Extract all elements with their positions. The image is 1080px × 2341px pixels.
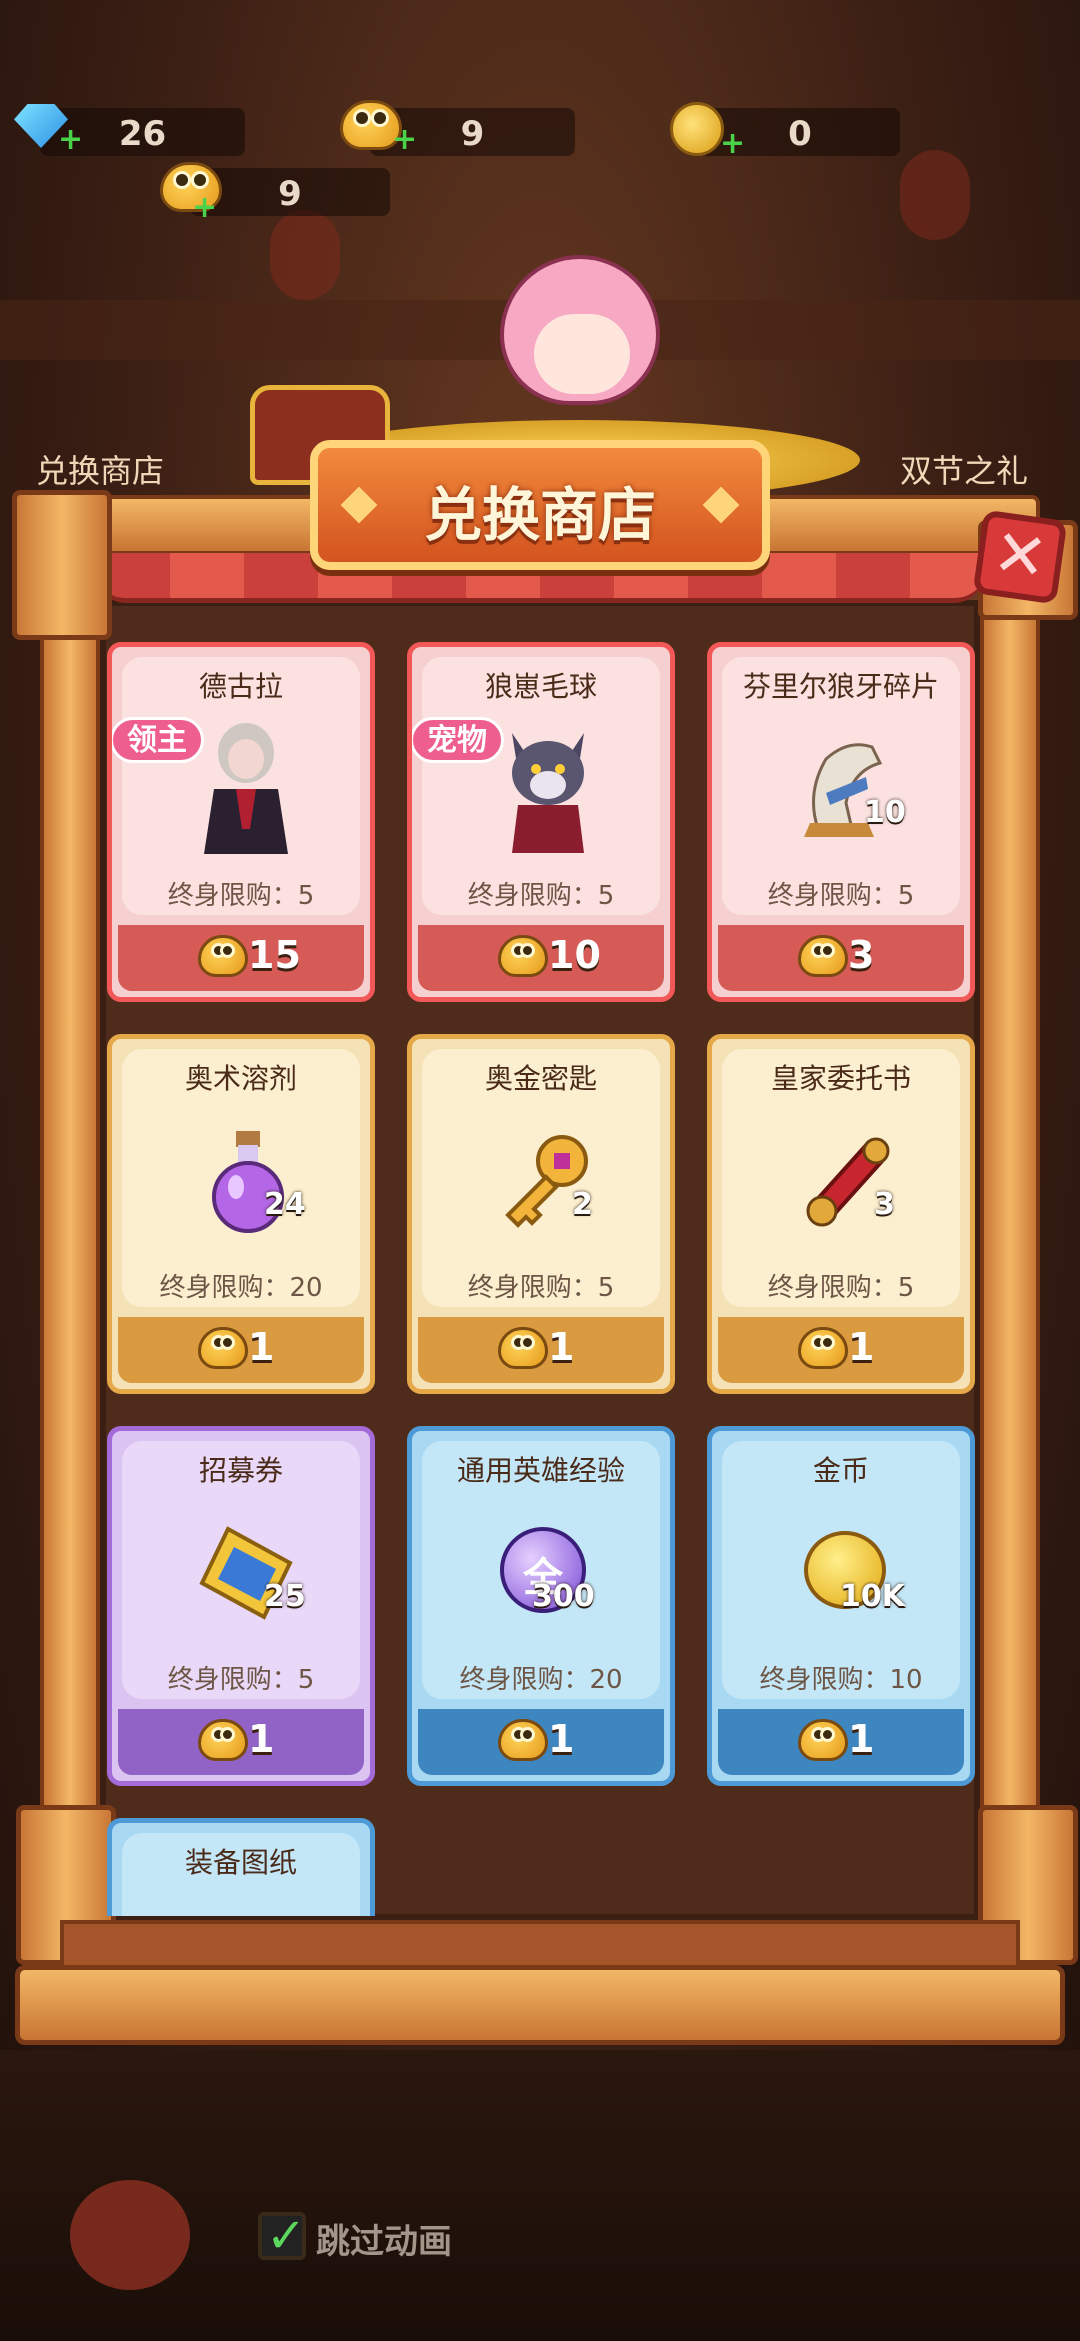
shop-item-card[interactable]: 奥金密匙 2 终身限购：5 1: [407, 1034, 675, 1394]
close-icon: ✕: [988, 515, 1052, 597]
purchase-limit: 终身限购：5: [767, 881, 915, 911]
lantern-decoration: [270, 210, 340, 300]
add-toad-icon[interactable]: +: [392, 125, 417, 155]
item-name: 德古拉: [198, 670, 283, 703]
left-pillar: [40, 540, 100, 1940]
left-pillar-cap: [12, 490, 112, 640]
purchase-limit: 终身限购：5: [467, 1273, 615, 1303]
item-price: 3: [848, 933, 875, 977]
mascot-face: [500, 255, 660, 405]
item-quantity: 25: [264, 1579, 306, 1614]
category-tag: 领主: [112, 717, 204, 763]
shop-item-card[interactable]: 皇家委托书 3 终身限购：5 1: [707, 1034, 975, 1394]
purchase-limit: 终身限购：5: [167, 881, 315, 911]
toad-icon: [198, 1719, 248, 1761]
toad-icon: [498, 935, 548, 977]
toad-icon: [498, 1719, 548, 1761]
purchase-limit: 终身限购：5: [167, 1665, 315, 1695]
shop-counter-top: [60, 1920, 1020, 1970]
category-tag: 宠物: [412, 717, 504, 763]
toad-icon: [198, 935, 248, 977]
checkmark-icon: ✓: [266, 2208, 307, 2264]
item-name: 金币: [812, 1454, 869, 1487]
wolf-pup-icon: [512, 733, 584, 853]
toad-icon: [198, 1327, 248, 1369]
purchase-limit: 终身限购：10: [759, 1665, 923, 1695]
add-gem-icon[interactable]: +: [58, 125, 83, 155]
add-toad-icon[interactable]: +: [192, 193, 217, 223]
price-bar: 1: [118, 1709, 364, 1775]
item-price: 1: [548, 1325, 575, 1369]
purchase-limit: 终身限购：5: [467, 881, 615, 911]
item-name: 通用英雄经验: [456, 1454, 625, 1487]
purchase-limit: 终身限购：5: [767, 1273, 915, 1303]
item-name: 招募券: [198, 1454, 283, 1487]
item-price: 1: [548, 1717, 575, 1761]
item-name: 狼崽毛球: [484, 670, 597, 703]
price-bar: 15: [118, 925, 364, 991]
item-price: 1: [248, 1325, 275, 1369]
lantern-decoration: [900, 150, 970, 240]
item-price: 1: [248, 1717, 275, 1761]
mascot-character: [440, 255, 720, 455]
purchase-limit: 终身限购：20: [159, 1273, 323, 1303]
item-price: 15: [248, 933, 301, 977]
toad-icon: [798, 1327, 848, 1369]
page-title: 兑换商店: [423, 481, 656, 549]
item-quantity: 300: [532, 1579, 595, 1614]
shop-counter: [15, 1965, 1065, 2045]
item-name: 装备图纸: [184, 1846, 297, 1879]
price-bar: 3: [718, 925, 964, 991]
item-quantity: 24: [264, 1187, 306, 1222]
price-bar: 1: [418, 1709, 664, 1775]
item-quantity: 10K: [840, 1579, 905, 1614]
shop-item-card[interactable]: 狼崽毛球 终身限购：5 10 宠物: [407, 642, 675, 1002]
item-name: 皇家委托书: [770, 1062, 911, 1095]
item-quantity: 10: [864, 795, 906, 830]
skip-animation-checkbox[interactable]: ✓: [258, 2208, 306, 2264]
purchase-limit: 终身限购：20: [459, 1665, 623, 1695]
shop-item-card[interactable]: 德古拉 终身限购：5 15 领主: [107, 642, 375, 1002]
item-price: 10: [548, 933, 601, 977]
item-quantity: 2: [572, 1187, 593, 1222]
toad-icon: [798, 935, 848, 977]
item-name: 奥金密匙: [484, 1062, 597, 1095]
side-button-double-festival-gift[interactable]: 双节之礼: [900, 446, 1028, 492]
shop-item-card[interactable]: 金币 10K 终身限购：10 1: [707, 1426, 975, 1786]
shop-item-card[interactable]: 奥术溶剂 24 终身限购：20 1: [107, 1034, 375, 1394]
price-bar: 1: [118, 1317, 364, 1383]
shop-item-card[interactable]: 装备图纸: [107, 1818, 375, 1916]
shop-item-card[interactable]: 招募券 25 终身限购：5 1: [107, 1426, 375, 1786]
toad-icon: [798, 1719, 848, 1761]
item-quantity: 3: [874, 1187, 895, 1222]
coin-icon: [670, 102, 724, 156]
dice-button[interactable]: [70, 2180, 190, 2290]
toad-icon: [498, 1327, 548, 1369]
right-pillar: [980, 540, 1040, 1940]
skip-animation-label[interactable]: 跳过动画: [316, 2214, 452, 2263]
price-bar: 1: [718, 1709, 964, 1775]
item-name: 芬里尔狼牙碎片: [742, 670, 939, 703]
price-bar: 1: [418, 1317, 664, 1383]
item-price: 1: [848, 1325, 875, 1369]
price-bar: 1: [718, 1317, 964, 1383]
shop-item-card[interactable]: 芬里尔狼牙碎片 10 终身限购：5 3: [707, 642, 975, 1002]
add-coin-icon[interactable]: +: [720, 129, 745, 159]
price-bar: 10: [418, 925, 664, 991]
dracula-icon: [204, 723, 288, 854]
side-button-exchange-shop[interactable]: 兑换商店: [36, 446, 164, 492]
item-price: 1: [848, 1717, 875, 1761]
shop-item-card[interactable]: 通用英雄经验 全 300 终身限购：20 1: [407, 1426, 675, 1786]
close-button[interactable]: ✕: [972, 509, 1068, 605]
item-name: 奥术溶剂: [184, 1062, 297, 1095]
title-plaque: 兑换商店: [310, 440, 770, 570]
